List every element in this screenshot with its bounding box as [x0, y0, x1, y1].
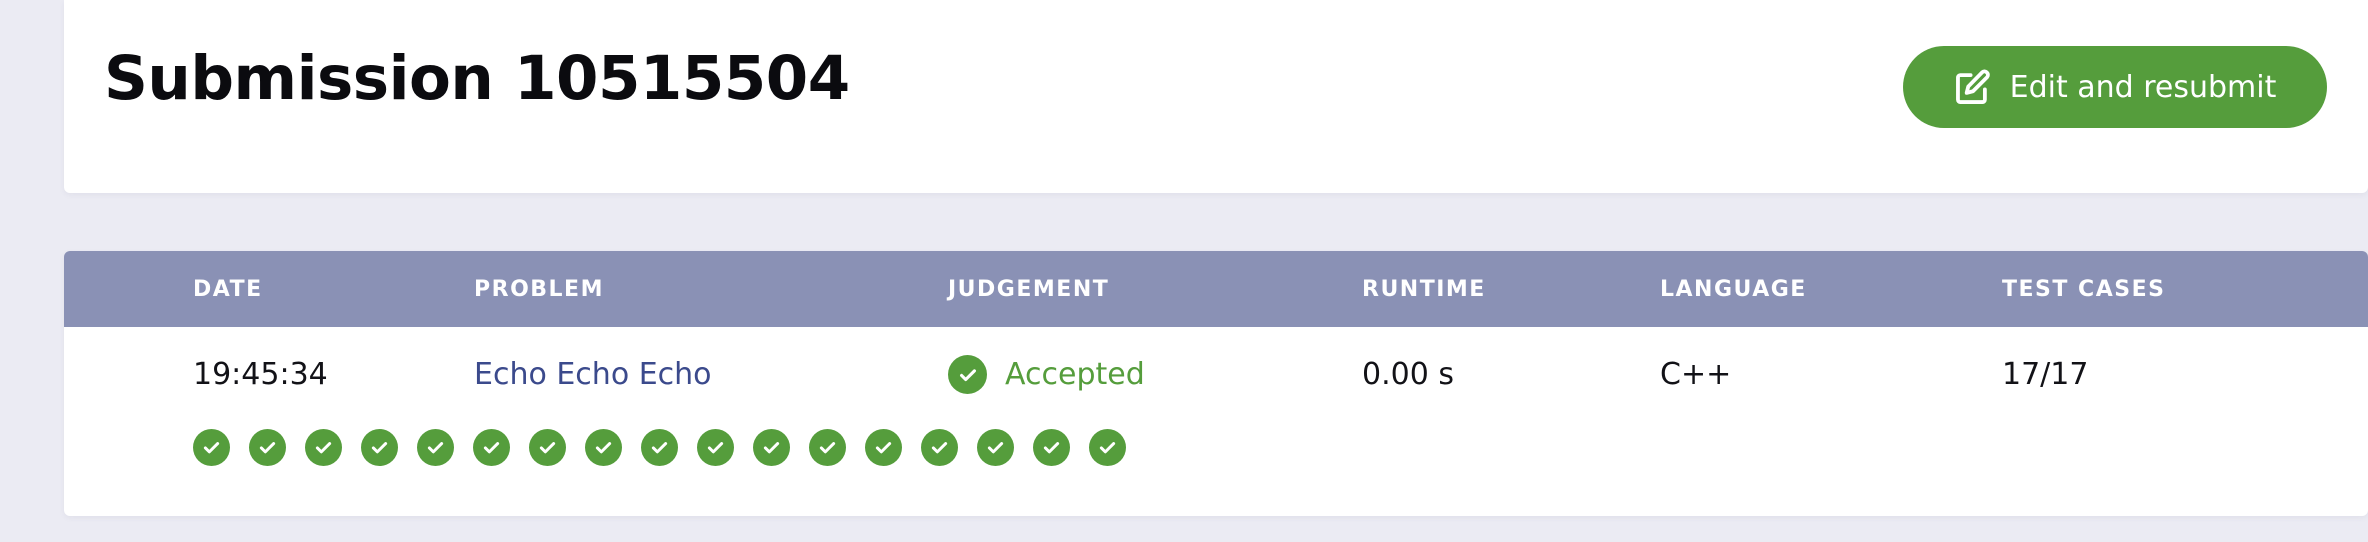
test-case-check-icon[interactable] — [361, 429, 398, 466]
column-header-date[interactable]: DATE — [193, 277, 263, 302]
test-case-check-icon[interactable] — [1033, 429, 1070, 466]
table-header-row: DATE PROBLEM JUDGEMENT RUNTIME LANGUAGE … — [64, 251, 2368, 327]
test-case-check-icon[interactable] — [753, 429, 790, 466]
page-title: Submission 10515504 — [104, 43, 850, 114]
edit-and-resubmit-button[interactable]: Edit and resubmit — [1903, 46, 2327, 128]
judgement-cell: Accepted — [948, 355, 1145, 394]
test-case-check-icon[interactable] — [193, 429, 230, 466]
test-case-check-icon[interactable] — [417, 429, 454, 466]
language-value: C++ — [1660, 357, 1732, 392]
test-case-check-icon[interactable] — [529, 429, 566, 466]
submission-table: DATE PROBLEM JUDGEMENT RUNTIME LANGUAGE … — [64, 251, 2368, 516]
test-case-results — [193, 429, 1126, 466]
runtime-value: 0.00 s — [1362, 357, 1454, 392]
submission-header-card: Submission 10515504 Edit and resubmit — [64, 0, 2368, 193]
problem-link[interactable]: Echo Echo Echo — [474, 357, 712, 393]
edit-icon — [1954, 68, 1992, 106]
test-cases-value: 17/17 — [2002, 357, 2089, 392]
test-case-check-icon[interactable] — [809, 429, 846, 466]
edit-and-resubmit-label: Edit and resubmit — [2009, 69, 2277, 105]
submission-date: 19:45:34 — [193, 357, 328, 392]
test-case-check-icon[interactable] — [473, 429, 510, 466]
test-case-check-icon[interactable] — [641, 429, 678, 466]
test-case-check-icon[interactable] — [585, 429, 622, 466]
test-case-check-icon[interactable] — [305, 429, 342, 466]
column-header-test-cases[interactable]: TEST CASES — [2002, 277, 2165, 302]
test-case-check-icon[interactable] — [921, 429, 958, 466]
check-circle-icon — [948, 355, 987, 394]
test-case-check-icon[interactable] — [697, 429, 734, 466]
column-header-problem[interactable]: PROBLEM — [474, 277, 604, 302]
column-header-judgement[interactable]: JUDGEMENT — [948, 277, 1109, 302]
test-case-check-icon[interactable] — [249, 429, 286, 466]
test-case-check-icon[interactable] — [865, 429, 902, 466]
judgement-status: Accepted — [1005, 356, 1145, 392]
test-case-check-icon[interactable] — [1089, 429, 1126, 466]
column-header-language[interactable]: LANGUAGE — [1660, 277, 1807, 302]
column-header-runtime[interactable]: RUNTIME — [1362, 277, 1486, 302]
test-case-check-icon[interactable] — [977, 429, 1014, 466]
